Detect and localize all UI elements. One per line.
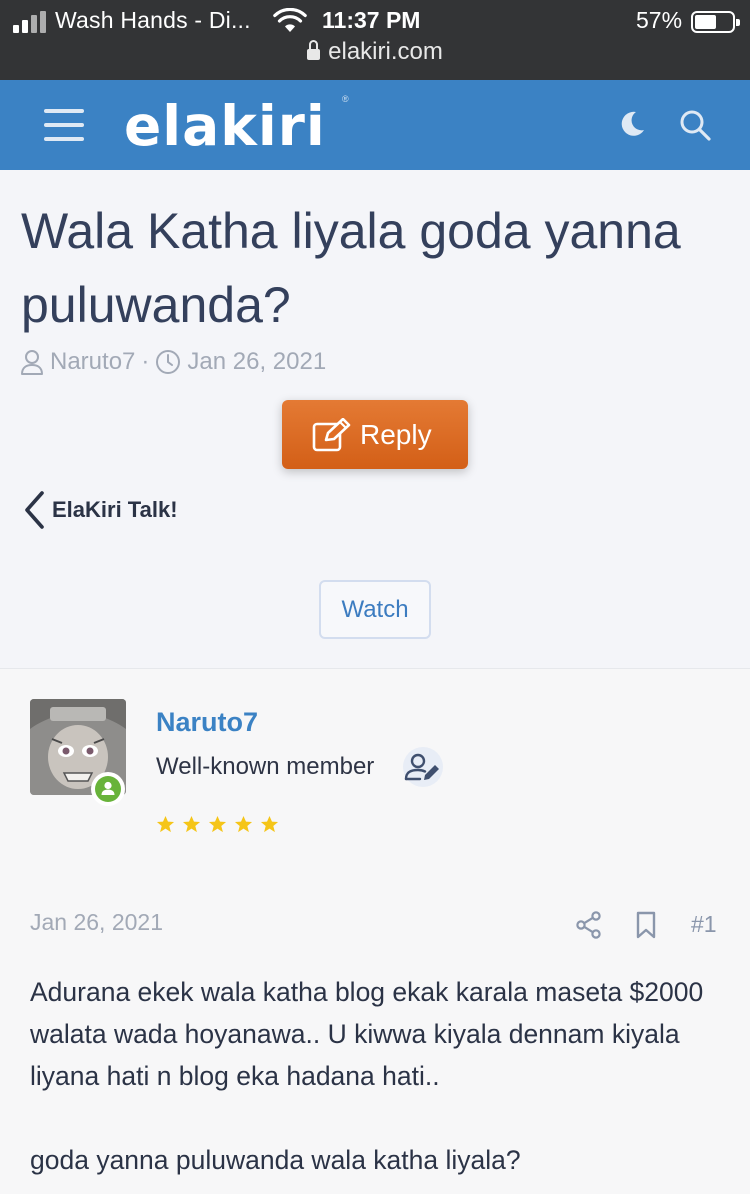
hamburger-menu-icon[interactable] [44, 107, 84, 143]
star-icon [156, 815, 175, 833]
watch-button[interactable]: Watch [319, 580, 431, 639]
carrier-name: Wash Hands - Di... [55, 7, 251, 33]
battery-level [695, 15, 716, 29]
clock-icon [156, 350, 181, 374]
star-icon [208, 815, 227, 833]
reply-button[interactable]: Reply [282, 400, 468, 469]
bookmark-icon[interactable] [636, 911, 656, 939]
member-rating-stars [156, 815, 279, 834]
search-icon[interactable] [679, 109, 711, 141]
post: Naruto7 Well-known member Jan 26, 2021 #… [0, 668, 750, 1194]
user-edit-icon [403, 747, 443, 787]
post-paragraph: goda yanna puluwanda wala katha liyala? [30, 1145, 521, 1175]
site-header: elakiri ® [0, 80, 750, 170]
user-icon [21, 350, 43, 375]
meta-separator: · [141, 348, 150, 375]
breadcrumb-back-link[interactable]: ElaKiri Talk! [22, 490, 178, 530]
post-number-link[interactable]: #1 [691, 911, 717, 938]
address-bar[interactable]: elakiri.com [0, 38, 750, 66]
user-title: Well-known member [156, 753, 375, 780]
battery-percent: 57% [636, 7, 683, 33]
registered-mark-icon: ® [342, 94, 349, 104]
lock-icon [307, 40, 321, 60]
battery-icon [691, 11, 740, 33]
star-icon [234, 815, 253, 833]
moon-icon[interactable] [617, 109, 647, 139]
edit-icon [312, 418, 351, 452]
site-logo[interactable]: elakiri [124, 94, 326, 158]
post-body: Adurana ekek wala katha blog ekak karala… [30, 971, 730, 1181]
share-icon[interactable] [576, 911, 602, 939]
thread-date[interactable]: Jan 26, 2021 [187, 348, 326, 376]
star-icon [182, 815, 201, 833]
post-paragraph: Adurana ekek wala katha blog ekak karala… [30, 977, 704, 1091]
thread-title: Wala Katha liyala goda yanna puluwanda? [21, 203, 681, 333]
url-text: elakiri.com [328, 38, 443, 65]
post-username[interactable]: Naruto7 [156, 707, 258, 738]
clock: 11:37 PM [322, 7, 421, 33]
post-date[interactable]: Jan 26, 2021 [30, 909, 163, 936]
star-icon [260, 815, 279, 833]
online-status-badge [91, 772, 125, 806]
wifi-icon [273, 8, 307, 32]
online-user-icon [101, 781, 115, 795]
thread-author[interactable]: Naruto7 [50, 348, 135, 376]
thread-meta: Naruto7 · Jan 26, 2021 [20, 348, 326, 376]
thread-header: Wala Katha liyala goda yanna puluwanda? … [0, 170, 750, 668]
reply-button-label: Reply [360, 419, 432, 450]
status-bar: Wash Hands - Di... 11:37 PM 57% elakiri.… [0, 0, 750, 80]
chevron-left-icon [25, 491, 44, 529]
signal-icon [13, 11, 47, 33]
breadcrumb-label: ElaKiri Talk! [52, 497, 178, 522]
